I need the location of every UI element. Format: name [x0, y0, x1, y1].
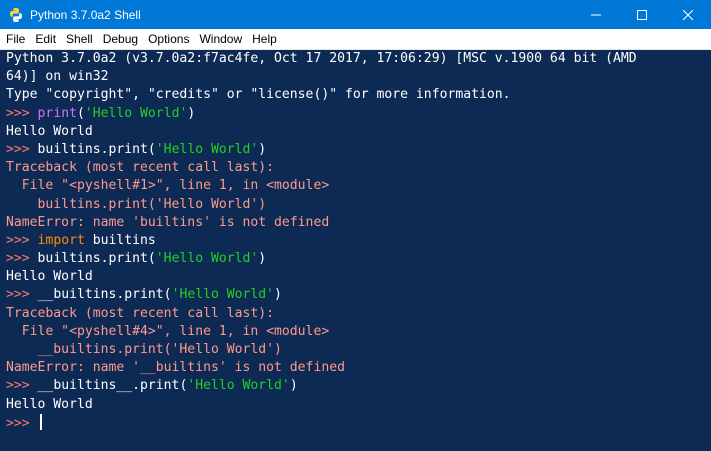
shell-text: import [37, 232, 85, 248]
shell-text: builtins.print('Hello World') [6, 196, 267, 212]
shell-line: >>> __builtins.print('Hello World') [6, 286, 697, 304]
shell-text: ) [187, 105, 196, 121]
shell-text: NameError: name '__builtins' is not defi… [6, 360, 345, 376]
shell-line: >>> __builtins__.print('Hello World') [6, 377, 697, 395]
shell-line: Traceback (most recent call last): [6, 159, 697, 177]
shell-line: 64)] on win32 [6, 68, 697, 86]
shell-text: __builtins.print( [37, 287, 172, 303]
shell-line: Hello World [6, 396, 697, 414]
shell-prompt: >>> [6, 378, 38, 394]
menu-debug[interactable]: Debug [98, 29, 143, 49]
shell-line: builtins.print('Hello World') [6, 196, 697, 214]
shell-text: Traceback (most recent call last): [6, 305, 275, 321]
shell-text: 'Hello World' [187, 378, 290, 394]
shell-line: Hello World [6, 123, 697, 141]
shell-line: Python 3.7.0a2 (v3.7.0a2:f7ac4fe, Oct 17… [6, 50, 697, 68]
shell-line: >>> print('Hello World') [6, 105, 697, 123]
menu-edit[interactable]: Edit [30, 29, 61, 49]
shell-line: File "<pyshell#1>", line 1, in <module> [6, 177, 697, 195]
shell-text: Traceback (most recent call last): [6, 160, 275, 176]
shell-text: builtins.print( [37, 141, 156, 157]
shell-text: Hello World [6, 269, 93, 285]
shell-text: 'Hello World' [155, 141, 259, 157]
shell-line: NameError: name '__builtins' is not defi… [6, 359, 697, 377]
menu-file[interactable]: File [0, 29, 30, 49]
maximize-button[interactable] [619, 0, 665, 29]
shell-text: 'Hello World' [84, 105, 188, 121]
shell-text: ) [258, 251, 267, 267]
shell-line: >>> [6, 413, 697, 432]
shell-text: Hello World [6, 396, 93, 412]
shell-text: ) [274, 287, 282, 303]
shell-text-area[interactable]: Python 3.7.0a2 (v3.7.0a2:f7ac4fe, Oct 17… [0, 50, 697, 451]
shell-text: File "<pyshell#4>", line 1, in <module> [6, 323, 330, 339]
shell-text: Python 3.7.0a2 (v3.7.0a2:f7ac4fe, Oct 17… [6, 51, 637, 66]
shell-text: builtins.print( [37, 251, 156, 267]
python-logo-icon [8, 7, 24, 23]
shell-line: Hello World [6, 268, 697, 286]
shell-text: print [37, 105, 77, 121]
shell-text: 'Hello World' [171, 287, 275, 303]
shell-text: __builtins.print('Hello World') [6, 342, 282, 357]
menu-bar: File Edit Shell Debug Options Window Hel… [0, 29, 711, 50]
shell-line: NameError: name 'builtins' is not define… [6, 214, 697, 232]
close-icon [683, 9, 693, 20]
shell-text: Type "copyright", "credits" or "license(… [6, 87, 511, 103]
shell-text: 64)] on win32 [6, 69, 109, 85]
shell-line: Type "copyright", "credits" or "license(… [6, 86, 697, 104]
shell-text: NameError: name 'builtins' is not define… [6, 214, 330, 230]
shell-line: >>> import builtins [6, 232, 697, 250]
shell-line: >>> builtins.print('Hello World') [6, 141, 697, 159]
menu-window[interactable]: Window [194, 29, 247, 49]
shell-text: ) [289, 378, 298, 394]
shell-text: File "<pyshell#1>", line 1, in <module> [6, 178, 330, 194]
shell-line: Traceback (most recent call last): [6, 305, 697, 323]
menu-shell[interactable]: Shell [61, 29, 98, 49]
menu-help[interactable]: Help [247, 29, 282, 49]
shell-prompt: >>> [6, 105, 38, 121]
shell-text: __builtins__.print( [37, 378, 188, 394]
shell-prompt: >>> [6, 251, 38, 267]
window-controls [573, 0, 711, 29]
window-title: Python 3.7.0a2 Shell [30, 7, 141, 22]
maximize-icon [637, 9, 647, 20]
shell-line: __builtins.print('Hello World') [6, 341, 697, 359]
shell-line: File "<pyshell#4>", line 1, in <module> [6, 323, 697, 341]
text-cursor [39, 413, 42, 430]
shell-prompt: >>> [6, 287, 38, 303]
shell-text: 'Hello World' [155, 251, 259, 267]
menu-options[interactable]: Options [143, 29, 194, 49]
shell-prompt: >>> [6, 232, 38, 248]
shell-prompt: >>> [6, 141, 38, 157]
shell-line: >>> builtins.print('Hello World') [6, 250, 697, 268]
shell-text: ( [76, 105, 85, 121]
vertical-scrollbar[interactable] [697, 50, 711, 451]
close-button[interactable] [665, 0, 711, 29]
title-bar[interactable]: Python 3.7.0a2 Shell [0, 0, 711, 29]
minimize-icon [591, 14, 601, 15]
shell-prompt: >>> [6, 415, 38, 431]
shell-text: ) [258, 141, 267, 157]
minimize-button[interactable] [573, 0, 619, 29]
shell-text: Hello World [6, 123, 93, 139]
shell-text: builtins [84, 232, 156, 248]
